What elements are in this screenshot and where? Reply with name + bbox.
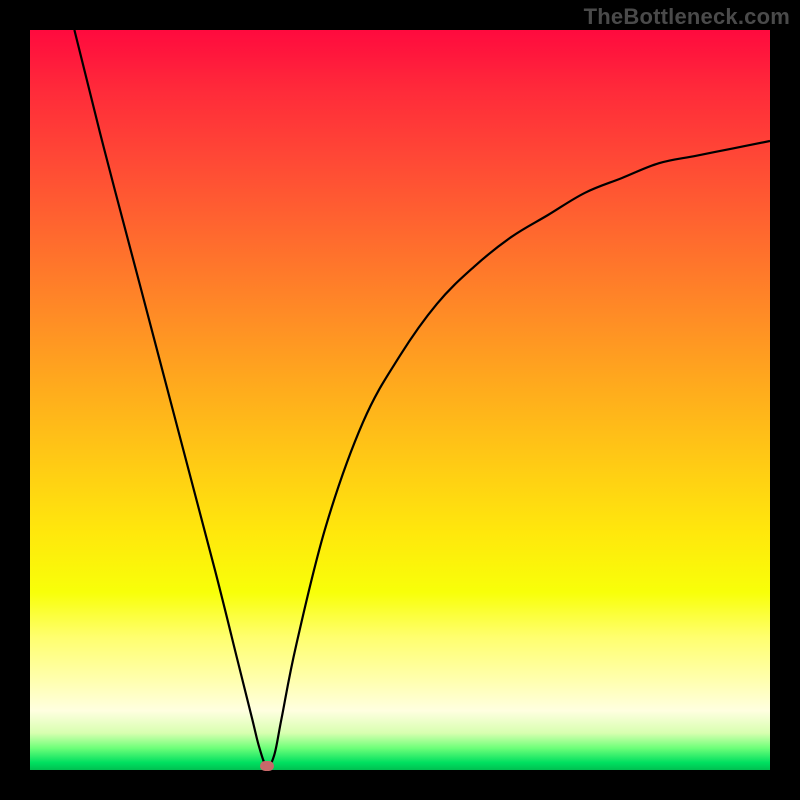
watermark-text: TheBottleneck.com [584,4,790,30]
bottleneck-curve [30,30,770,770]
plot-area [30,30,770,770]
chart-frame: TheBottleneck.com [0,0,800,800]
curve-minimum-marker [260,761,274,771]
